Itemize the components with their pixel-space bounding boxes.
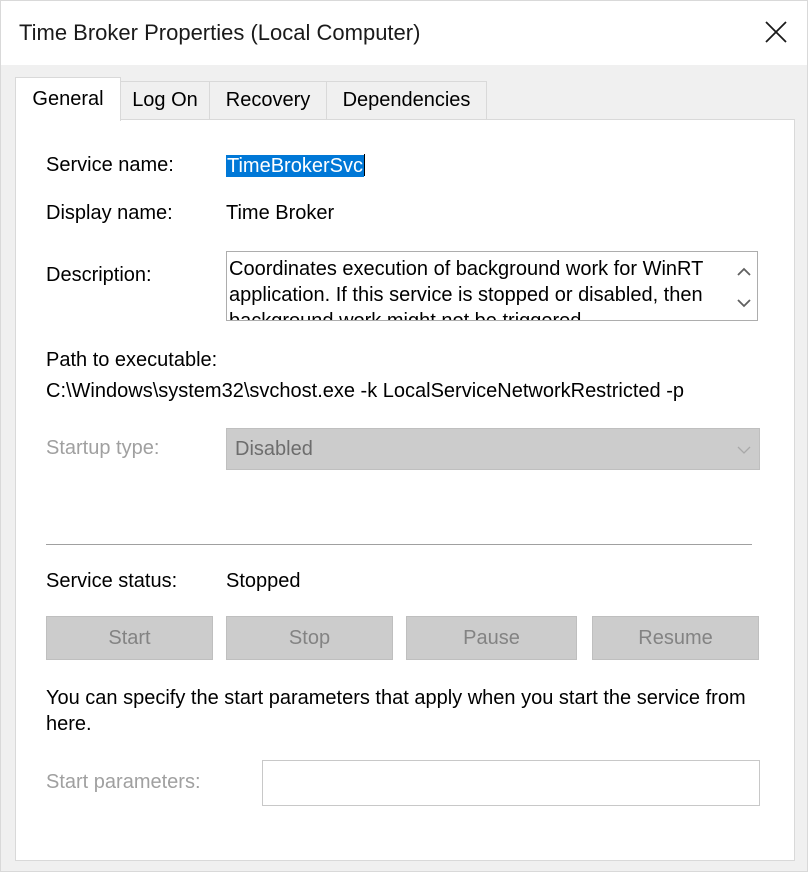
service-status-label: Service status: xyxy=(46,570,178,592)
service-name-selection[interactable]: TimeBrokerSvc xyxy=(226,155,364,177)
close-icon xyxy=(765,21,787,43)
startup-type-value: Disabled xyxy=(235,438,313,460)
chevron-up-icon xyxy=(737,267,751,276)
start-parameters-input[interactable] xyxy=(262,760,760,806)
close-button[interactable] xyxy=(745,1,807,63)
tab-log-on[interactable]: Log On xyxy=(120,81,210,119)
path-value[interactable]: C:\Windows\system32\svchost.exe -k Local… xyxy=(46,380,684,403)
tab-dependencies[interactable]: Dependencies xyxy=(326,81,487,119)
service-name-label: Service name: xyxy=(46,154,174,176)
chevron-down-icon xyxy=(737,446,751,454)
window-title: Time Broker Properties (Local Computer) xyxy=(19,20,421,45)
description-label: Description: xyxy=(46,264,152,286)
display-name-label: Display name: xyxy=(46,202,173,224)
pause-button[interactable]: Pause xyxy=(406,616,577,660)
tab-general[interactable]: General xyxy=(15,77,121,121)
description-textbox[interactable]: Coordinates execution of background work… xyxy=(226,251,758,321)
description-text[interactable]: Coordinates execution of background work… xyxy=(229,256,725,320)
startup-type-dropdown[interactable]: Disabled xyxy=(226,428,760,470)
title-bar: Time Broker Properties (Local Computer) xyxy=(1,1,807,65)
service-status-value: Stopped xyxy=(226,570,301,592)
general-tab-panel: Service name: TimeBrokerSvc Display name… xyxy=(15,119,795,861)
chevron-down-icon xyxy=(737,299,751,308)
dropdown-arrow xyxy=(737,442,751,460)
startup-type-label: Startup type: xyxy=(46,437,160,459)
service-name-value[interactable]: TimeBrokerSvc xyxy=(226,154,365,178)
description-scrollbar[interactable] xyxy=(731,252,757,320)
stop-button[interactable]: Stop xyxy=(226,616,393,660)
scroll-up-button[interactable] xyxy=(731,257,757,287)
start-parameters-label: Start parameters: xyxy=(46,771,201,793)
properties-dialog: Time Broker Properties (Local Computer) … xyxy=(0,0,808,872)
start-parameters-info: You can specify the start parameters tha… xyxy=(46,687,746,735)
text-caret xyxy=(363,154,365,176)
resume-button[interactable]: Resume xyxy=(592,616,759,660)
path-label: Path to executable: xyxy=(46,349,218,371)
scroll-down-button[interactable] xyxy=(731,288,757,318)
display-name-value[interactable]: Time Broker xyxy=(226,202,334,225)
tab-strip: General Log On Recovery Dependencies xyxy=(15,77,795,121)
start-button[interactable]: Start xyxy=(46,616,213,660)
tab-recovery[interactable]: Recovery xyxy=(209,81,327,119)
separator xyxy=(46,544,752,546)
